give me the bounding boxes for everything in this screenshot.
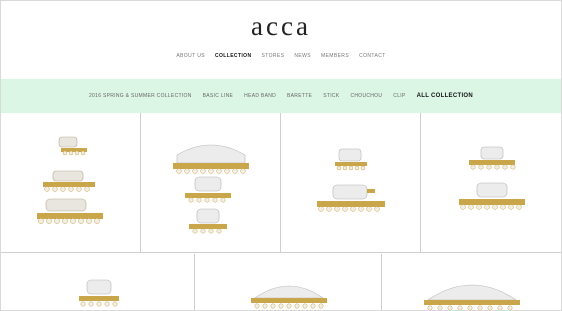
hair-clip-image xyxy=(317,148,385,212)
category-bar: 2016 SPRING & SUMMER COLLECTION BASIC LI… xyxy=(1,79,561,113)
hair-clip-image xyxy=(459,146,525,210)
nav-stores[interactable]: STORES xyxy=(261,53,284,59)
top-navigation: ABOUT US COLLECTION STORES NEWS MEMBERS … xyxy=(1,53,561,59)
nav-contact[interactable]: CONTACT xyxy=(359,53,386,59)
hair-clip-image xyxy=(79,279,119,307)
category-all-collection[interactable]: ALL COLLECTION xyxy=(417,93,473,99)
product-tile[interactable] xyxy=(1,113,141,253)
product-tile[interactable] xyxy=(281,113,421,253)
category-head-band[interactable]: HEAD BAND xyxy=(244,93,276,99)
category-stick[interactable]: STICK xyxy=(323,93,339,99)
hair-clip-image xyxy=(251,285,327,309)
product-tile[interactable] xyxy=(1,254,195,310)
category-chouchou[interactable]: CHOUCHOU xyxy=(350,93,382,99)
hair-clip-image xyxy=(37,136,103,224)
hair-clip-image xyxy=(424,284,520,310)
category-basic-line[interactable]: BASIC LINE xyxy=(203,93,234,99)
nav-collection[interactable]: COLLECTION xyxy=(215,53,252,59)
nav-about-us[interactable]: ABOUT US xyxy=(176,53,205,59)
product-grid-row-1 xyxy=(1,113,561,253)
category-barette[interactable]: BARETTE xyxy=(287,93,312,99)
product-tile[interactable] xyxy=(382,254,561,310)
product-tile[interactable] xyxy=(141,113,281,253)
category-2016-spring-summer[interactable]: 2016 SPRING & SUMMER COLLECTION xyxy=(89,93,192,99)
product-tile[interactable] xyxy=(421,113,561,253)
site-header: acca ABOUT US COLLECTION STORES NEWS MEM… xyxy=(1,1,561,77)
hair-clip-image xyxy=(173,144,249,234)
page-frame: acca ABOUT US COLLECTION STORES NEWS MEM… xyxy=(0,0,562,311)
site-logo[interactable]: acca xyxy=(1,11,561,42)
category-clip[interactable]: CLIP xyxy=(393,93,405,99)
nav-members[interactable]: MEMBERS xyxy=(321,53,349,59)
product-grid-row-2 xyxy=(1,254,561,310)
nav-news[interactable]: NEWS xyxy=(294,53,311,59)
product-tile[interactable] xyxy=(195,254,382,310)
